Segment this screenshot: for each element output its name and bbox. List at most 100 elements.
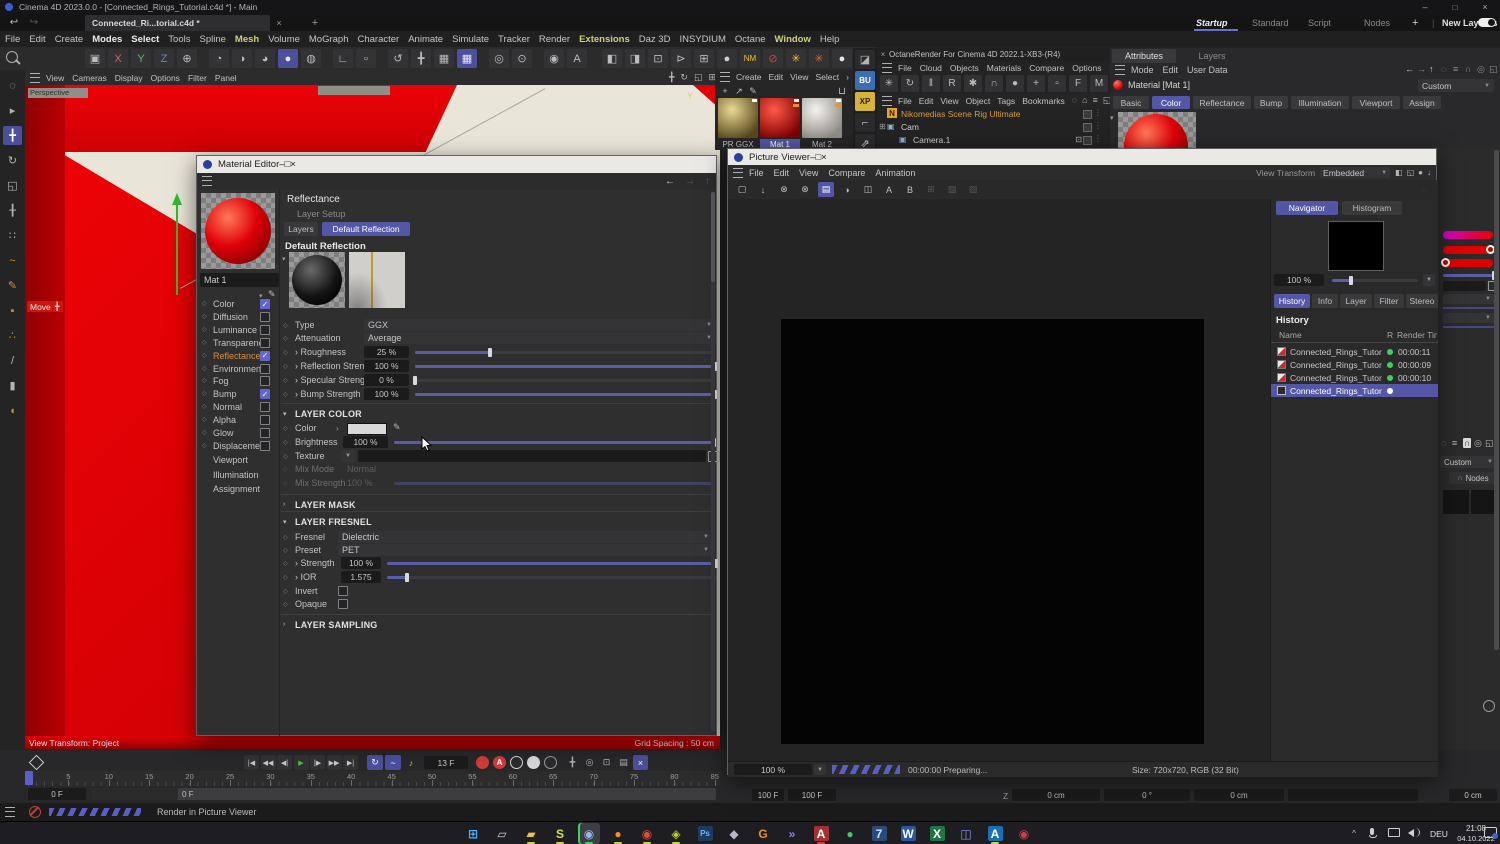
trash-icon[interactable]: ⊔ bbox=[836, 85, 848, 97]
mini-dropdown-2[interactable]: ▼ bbox=[1443, 313, 1495, 323]
red-slider-1[interactable] bbox=[1443, 245, 1495, 254]
param-row-strength[interactable]: ◇ › Strength 100 % bbox=[281, 557, 718, 570]
texture-path-field[interactable] bbox=[1443, 281, 1486, 291]
spline-arc-icon[interactable]: ◖ bbox=[3, 401, 22, 420]
pan-view-icon[interactable]: ╋ bbox=[669, 72, 674, 83]
keyframe-selection-icon[interactable]: ╋ bbox=[565, 755, 580, 770]
playhead[interactable] bbox=[25, 771, 33, 785]
viewport-menu-display[interactable]: Display bbox=[115, 73, 143, 83]
axis-z-lock-icon[interactable]: Z bbox=[154, 49, 174, 68]
end-frame-field-1[interactable]: 100 F bbox=[752, 789, 784, 801]
next-key-icon[interactable]: ▶▶ bbox=[326, 755, 342, 770]
scale-view-icon[interactable]: ◱ bbox=[694, 72, 703, 83]
param-row-color[interactable]: ◇ Color › ✎ bbox=[281, 422, 715, 435]
matman-menu-icon[interactable] bbox=[720, 72, 730, 82]
range-bar[interactable]: 0 F bbox=[92, 788, 716, 800]
pause-render-icon[interactable]: ‖ bbox=[922, 75, 940, 92]
material-preview-icon[interactable]: ● bbox=[1006, 75, 1024, 92]
menu-mograph[interactable]: MoGraph bbox=[309, 34, 349, 45]
save-image-icon[interactable]: ↓ bbox=[755, 182, 771, 197]
navigator-thumbnail[interactable] bbox=[1328, 221, 1384, 271]
attr-search-icon[interactable]: ◌ bbox=[1441, 64, 1446, 74]
viewport-menu-filter[interactable]: Filter bbox=[188, 73, 207, 83]
compare-icon[interactable]: ◑ bbox=[839, 182, 855, 197]
menu-tracker[interactable]: Tracker bbox=[498, 34, 530, 45]
attr-menu-user-data[interactable]: User Data bbox=[1187, 65, 1228, 75]
history-row-1[interactable]: Connected_Rings_Tutorial * 00:00:09 bbox=[1271, 358, 1438, 371]
workplane-icon[interactable]: ▫ bbox=[356, 49, 376, 68]
menu-edit[interactable]: Edit bbox=[29, 34, 45, 45]
rotate-tool-icon[interactable]: ↻ bbox=[3, 151, 22, 170]
tray-chevron-icon[interactable]: ^ bbox=[1348, 826, 1360, 840]
mat-tab-bump[interactable]: Bump bbox=[1254, 96, 1288, 109]
param-slider[interactable] bbox=[413, 376, 715, 385]
param-value-field[interactable]: 0 % bbox=[364, 374, 409, 386]
layout-toggle[interactable] bbox=[1478, 18, 1496, 27]
render-picture-viewer-icon[interactable]: ⊳ bbox=[671, 49, 691, 68]
value-slider[interactable] bbox=[1443, 271, 1496, 280]
matman-menu-create[interactable]: Create bbox=[736, 72, 762, 82]
view-transform-dropdown[interactable]: Embedded ▼ bbox=[1320, 167, 1391, 178]
teams[interactable]: ◫ bbox=[955, 823, 977, 844]
add-node-icon[interactable]: + bbox=[1027, 75, 1045, 92]
app-s[interactable]: S bbox=[549, 823, 571, 844]
rc-popup-icon[interactable]: ◱ bbox=[1485, 438, 1494, 449]
version-a-icon[interactable]: A bbox=[881, 182, 897, 197]
material-thumb-mat-1[interactable] bbox=[760, 98, 800, 138]
auto-switch-icon[interactable]: A bbox=[567, 49, 587, 68]
undo-icon[interactable]: ↩ bbox=[6, 14, 22, 31]
viewport-menu-panel[interactable]: Panel bbox=[215, 73, 237, 83]
group-caret-icon[interactable]: ▾ bbox=[283, 410, 287, 418]
pv-nav-tab-navigator[interactable]: Navigator bbox=[1276, 201, 1338, 215]
texture-dropdown-icon[interactable]: ▼ bbox=[341, 450, 355, 462]
pv-panel-tab-layer[interactable]: Layer bbox=[1340, 294, 1372, 308]
menu-select[interactable]: Select bbox=[131, 34, 159, 45]
next-frame-icon[interactable]: |▶ bbox=[310, 755, 325, 770]
file-explorer[interactable]: ▰ bbox=[520, 823, 542, 844]
texture-field[interactable] bbox=[358, 450, 706, 462]
param-row-type[interactable]: ◇ Type GGX ▼ bbox=[281, 319, 716, 332]
octane-fire-icon[interactable]: ✳ bbox=[809, 49, 829, 68]
param-slider[interactable] bbox=[415, 348, 715, 357]
pv-extra-icon[interactable]: ◌ bbox=[1416, 182, 1432, 197]
param-checkbox[interactable] bbox=[338, 599, 348, 609]
attr-back-icon[interactable]: ← bbox=[1405, 64, 1414, 74]
group-header-layer-sampling[interactable]: › LAYER SAMPLING bbox=[281, 619, 715, 632]
objman-menu-bookmarks[interactable]: Bookmarks bbox=[1022, 96, 1065, 106]
delete-image-icon[interactable]: ⊗ bbox=[776, 182, 792, 197]
tweak-snap-icon[interactable]: ╋ bbox=[411, 49, 431, 68]
circle-icon[interactable] bbox=[1483, 700, 1495, 712]
param-value-field[interactable]: 100 % bbox=[343, 436, 388, 448]
pv-panel-tab-stereo[interactable]: Stereo bbox=[1406, 294, 1438, 308]
rc-lock-icon[interactable]: ∩ bbox=[1463, 438, 1472, 448]
move-tool-icon[interactable]: ╋ bbox=[3, 126, 22, 145]
hue-gradient-slider[interactable] bbox=[1443, 231, 1493, 239]
pv-menu-edit[interactable]: Edit bbox=[774, 168, 790, 178]
param-row-texture[interactable]: ◇ Texture ▼ bbox=[281, 450, 720, 463]
add-layout-icon[interactable]: + bbox=[1412, 17, 1418, 29]
scale-tool-icon[interactable]: ◱ bbox=[3, 176, 22, 195]
attr-target-icon[interactable]: ◎ bbox=[1477, 64, 1485, 75]
attr-tab-layers[interactable]: Layers bbox=[1180, 49, 1244, 63]
param-slider[interactable] bbox=[415, 362, 717, 371]
layout-list-icon[interactable]: ▤ bbox=[818, 182, 834, 197]
pv-nav-tab-histogram[interactable]: Histogram bbox=[1342, 201, 1402, 215]
cinema-4d[interactable]: ◉ bbox=[578, 823, 600, 844]
param-slider[interactable] bbox=[387, 559, 718, 568]
history-icon[interactable]: ▣ bbox=[85, 49, 105, 68]
pv-panel-tab-filter[interactable]: Filter bbox=[1374, 294, 1404, 308]
octane-close-icon[interactable]: × bbox=[877, 48, 889, 61]
speaker-icon[interactable] bbox=[1408, 829, 1414, 837]
close-tab-icon[interactable]: × bbox=[272, 14, 286, 31]
knife-icon[interactable]: ▮ bbox=[3, 376, 22, 395]
nikomedias-icon[interactable]: NM bbox=[740, 49, 760, 68]
param-value-field[interactable]: 1.575 bbox=[341, 571, 381, 583]
attr-menu-edit[interactable]: Edit bbox=[1163, 65, 1179, 75]
magnet-icon[interactable]: ∷ bbox=[3, 226, 22, 245]
coord-field-2[interactable]: 0 cm bbox=[1194, 789, 1284, 801]
goto-end-icon[interactable]: ▶| bbox=[343, 755, 358, 770]
plugin-bu-icon[interactable]: BU bbox=[855, 71, 875, 90]
param-dropdown[interactable]: Average ▼ bbox=[364, 332, 716, 344]
spline-dots-icon[interactable]: ∴ bbox=[3, 326, 22, 345]
new-tab-icon[interactable]: + bbox=[308, 14, 322, 31]
